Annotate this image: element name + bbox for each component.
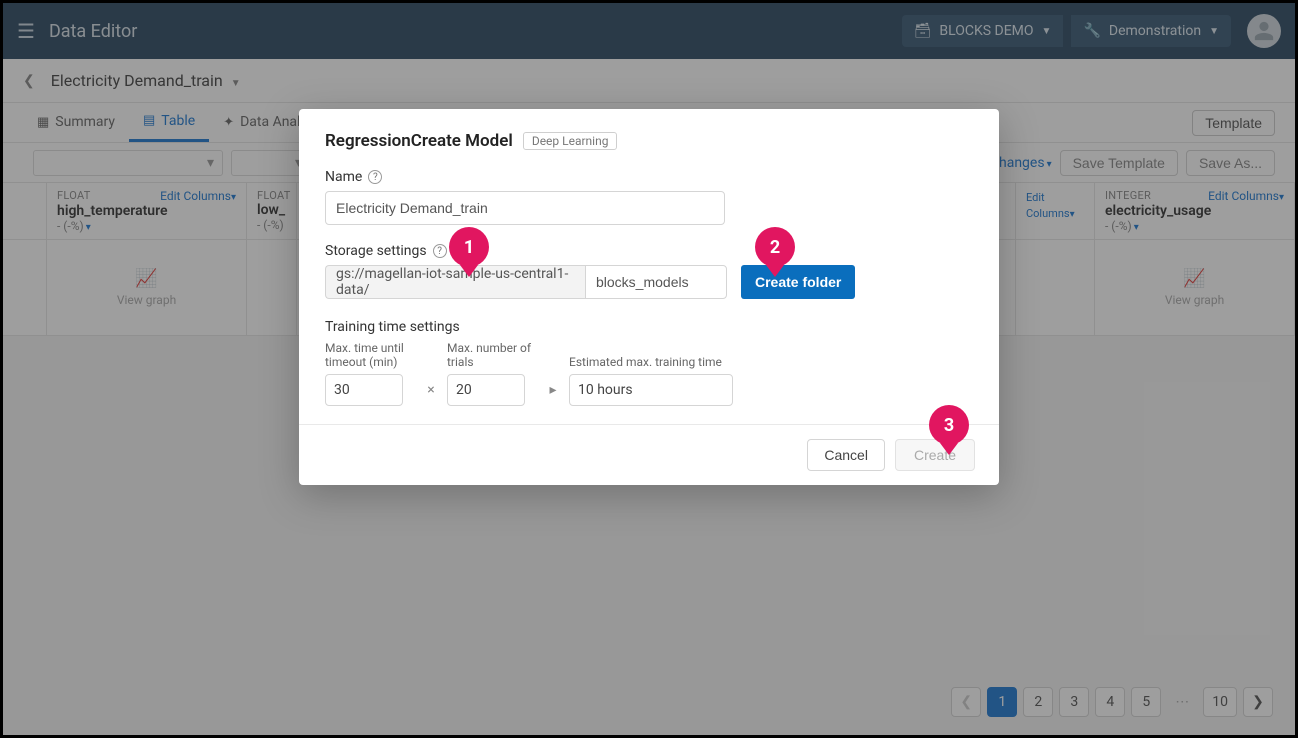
create-model-modal: RegressionCreate Model Deep Learning Nam… <box>299 109 999 485</box>
estimate-label: Estimated max. training time <box>569 355 733 369</box>
arrow-right-icon: ▸ <box>547 382 559 398</box>
trials-input[interactable]: 20 <box>447 374 525 406</box>
timeout-input[interactable]: 30 <box>325 374 403 406</box>
create-folder-button[interactable]: Create folder <box>741 265 855 299</box>
storage-prefix: gs://magellan-iot-sample-us-central1-dat… <box>325 265 585 299</box>
training-label: Training time settings <box>325 319 973 335</box>
estimate-output: 10 hours <box>569 374 733 406</box>
model-type-tag: Deep Learning <box>523 132 618 150</box>
name-input[interactable] <box>325 191 725 225</box>
trials-label: Max. number of trials <box>447 341 537 370</box>
timeout-label: Max. time until timeout (min) <box>325 341 415 370</box>
help-icon[interactable]: ? <box>368 170 382 184</box>
modal-title: RegressionCreate Model Deep Learning <box>325 131 973 151</box>
create-button[interactable]: Create <box>895 439 975 471</box>
storage-folder-input[interactable] <box>585 265 727 299</box>
name-label: Name ? <box>325 169 973 185</box>
storage-label: Storage settings ? <box>325 243 973 259</box>
multiply-icon: × <box>425 382 437 398</box>
help-icon[interactable]: ? <box>433 244 447 258</box>
cancel-button[interactable]: Cancel <box>807 439 885 471</box>
